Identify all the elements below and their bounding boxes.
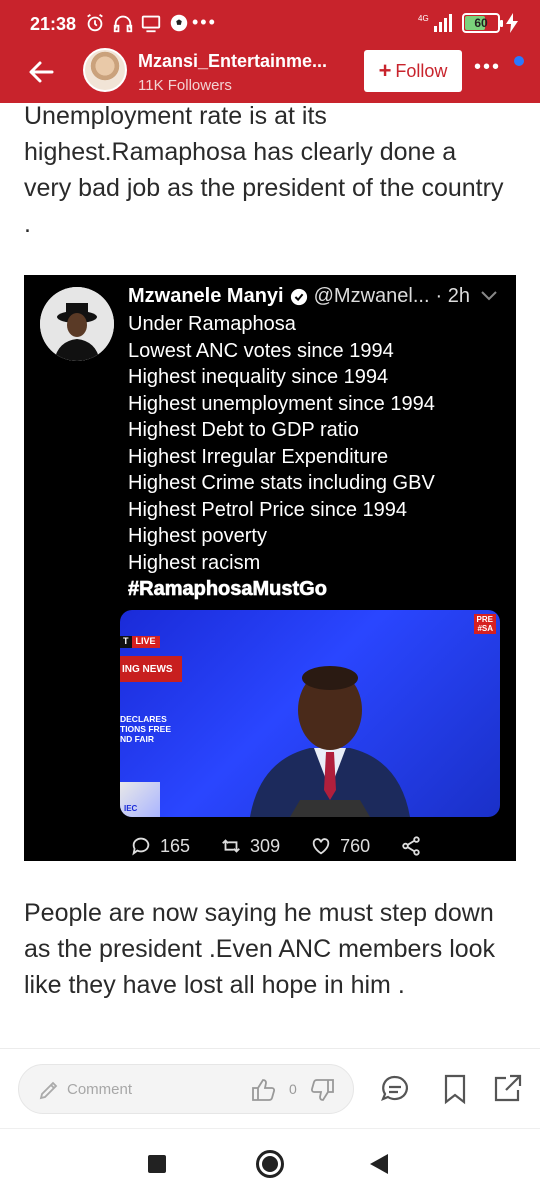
charging-icon: [506, 13, 518, 33]
comment-input[interactable]: Comment 0: [18, 1064, 354, 1114]
tweet-line: Lowest ANC votes since 1994: [128, 339, 394, 362]
clock-alarm-icon: [87, 13, 103, 32]
tweet-line: Highest unemployment since 1994: [128, 392, 435, 415]
breaking-news-banner: ING NEWS: [120, 656, 182, 682]
live-prefix: T: [120, 636, 132, 648]
signal-icon: 4G: [418, 14, 452, 32]
article-paragraph-2: People are now saying he must step down …: [24, 899, 496, 999]
live-badge: T LIVE: [120, 636, 160, 648]
tweet-hashtag: #RamaphosaMustGo: [128, 578, 328, 601]
comment-icon[interactable]: [378, 1072, 412, 1106]
svg-text:4G: 4G: [418, 14, 429, 23]
system-nav-bar: [0, 1130, 540, 1200]
tweet-line: Highest Irregular Expenditure: [128, 445, 389, 468]
battery-icon: 60: [462, 13, 503, 33]
tweet-header: Mzwanele Manyi @Mzwanel... · 2h: [128, 285, 470, 308]
retweet-count: 309: [250, 835, 281, 856]
tweet-share: [400, 835, 422, 857]
follow-label: Follow: [395, 60, 448, 81]
profile-name[interactable]: Mzansi_Entertainme...: [138, 51, 352, 72]
tweet-photo: T LIVE ING NEWS DECLARES TIONS FREE ND F…: [120, 610, 500, 817]
declares-line: ND FAIR: [120, 734, 154, 744]
tweet-reply: 165: [130, 835, 190, 857]
tweet-line: Highest inequality since 1994: [128, 366, 389, 388]
recent-apps-button[interactable]: [148, 1155, 166, 1173]
headphones-icon: [113, 15, 133, 33]
live-label: LIVE: [131, 636, 160, 648]
back-button[interactable]: [370, 1154, 388, 1174]
status-icons: [84, 12, 190, 34]
tweet-retweet: 309: [220, 835, 280, 857]
tweet-line: Under Ramaphosa: [128, 313, 296, 335]
tweet-avatar: [40, 287, 114, 361]
back-arrow-icon[interactable]: [24, 54, 60, 90]
reply-count: 165: [160, 835, 191, 856]
status-right: 4G 60: [418, 12, 518, 34]
thumbs-down-icon[interactable]: [309, 1076, 337, 1104]
followers-count: 11K Followers: [138, 77, 232, 94]
status-bar: 21:38 ••• 4G 60: [0, 0, 540, 50]
follow-button[interactable]: + Follow: [364, 50, 462, 92]
retweet-icon: [222, 839, 240, 853]
plus-icon: +: [378, 58, 392, 83]
corner-badge-line: #SA: [477, 624, 493, 633]
tweet-like: 760: [310, 835, 370, 857]
top-bar: 21:38 ••• 4G 60 Mzansi_Entertainme... 11…: [0, 0, 540, 103]
comment-placeholder: Comment: [67, 1081, 133, 1098]
tweet-actions: 165 309 760: [130, 835, 452, 857]
divider: [0, 1128, 540, 1129]
pencil-icon: [39, 1081, 58, 1100]
tweet-line: Highest racism: [128, 551, 261, 574]
declares-line: DECLARES: [120, 714, 167, 724]
like-count: 0: [289, 1081, 297, 1097]
verified-icon: [290, 288, 307, 305]
profile-header: Mzansi_Entertainme... 11K Followers + Fo…: [0, 44, 540, 100]
heart-icon: [312, 838, 330, 855]
status-time: 21:38: [30, 14, 77, 34]
home-dot: [262, 1156, 278, 1172]
battery-level: 60: [474, 16, 488, 30]
notification-dot: [514, 56, 524, 66]
thumbs-up-icon[interactable]: [249, 1076, 277, 1104]
media-icon: [141, 15, 161, 33]
status-more-icon: •••: [192, 12, 217, 32]
tweet-body: Under Ramaphosa Lowest ANC votes since 1…: [128, 311, 435, 603]
iec-logo: IEC: [120, 782, 160, 817]
profile-avatar[interactable]: [83, 48, 127, 92]
home-button[interactable]: [256, 1150, 284, 1178]
article-paragraph-1: Unemployment rate is at its highest.Rama…: [24, 102, 504, 238]
reply-icon: [132, 837, 150, 856]
tweet-handle: @Mzwanel...: [313, 285, 430, 307]
like-count: 760: [340, 835, 371, 856]
bookmark-icon[interactable]: [438, 1072, 472, 1106]
tweet-line: Highest poverty: [128, 525, 267, 547]
corner-badge: PRE #SA: [473, 614, 496, 634]
share-icon: [402, 836, 420, 856]
tweet-author-name: Mzwanele Manyi: [128, 285, 284, 307]
share-out-icon[interactable]: [490, 1072, 524, 1106]
tweet-screenshot[interactable]: Mzwanele Manyi @Mzwanel... · 2h Under Ra…: [24, 275, 516, 861]
declares-caption: DECLARES TIONS FREE ND FAIR: [120, 714, 182, 744]
speaker-figure: [250, 666, 410, 817]
corner-badge-line: PRE: [476, 615, 493, 624]
tweet-line: Highest Debt to GDP ratio: [128, 419, 359, 441]
chevron-down-icon: [481, 291, 497, 301]
tweet-line: Highest Petrol Price since 1994: [128, 498, 408, 521]
more-options-icon[interactable]: •••: [474, 56, 501, 79]
divider: [0, 1048, 540, 1049]
tweet-time: · 2h: [435, 285, 470, 307]
tweet-line: Highest Crime stats including GBV: [128, 472, 435, 494]
soccer-ball-icon: [170, 14, 188, 32]
declares-line: TIONS FREE: [120, 724, 172, 734]
